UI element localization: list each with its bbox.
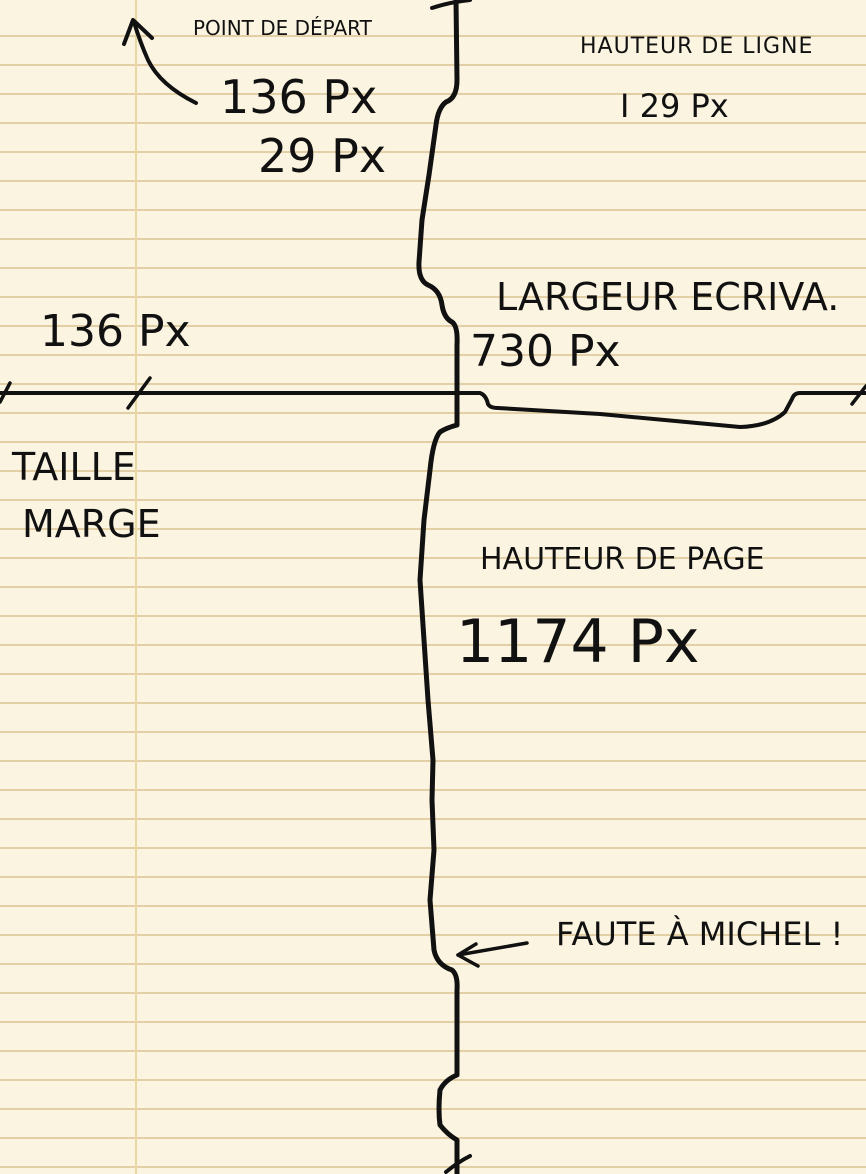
start-y-value: 29 Px (258, 129, 387, 183)
arrow-left-icon (456, 941, 529, 968)
lined-paper: POINT DE DÉPART 136 Px 29 Px HAUTEUR DE … (0, 0, 866, 1174)
page-height-value: 1174 Px (456, 607, 700, 677)
curved-arrow-up-left-icon (122, 18, 198, 105)
top-hook (430, 0, 472, 10)
sketch-drawing (0, 0, 866, 1174)
start-point-label: POINT DE DÉPART (193, 16, 372, 40)
vertical-wavy-line (416, 0, 460, 1174)
annotation-note: FAUTE À MICHEL ! (556, 915, 844, 953)
line-height-value: I 29 Px (620, 87, 729, 125)
writing-width-label: LARGEUR ECRIVA. (496, 275, 840, 319)
margin-size-label-line2: MARGE (22, 502, 161, 546)
line-height-label: HAUTEUR DE LIGNE (580, 34, 814, 59)
start-x-value: 136 Px (220, 70, 378, 124)
page-height-label: HAUTEUR DE PAGE (480, 542, 765, 577)
margin-size-label-line1: TAILLE (12, 445, 136, 489)
writing-width-value: 730 Px (470, 326, 621, 377)
margin-size-value: 136 Px (40, 306, 191, 357)
horizontal-measure-line-right (453, 391, 866, 429)
